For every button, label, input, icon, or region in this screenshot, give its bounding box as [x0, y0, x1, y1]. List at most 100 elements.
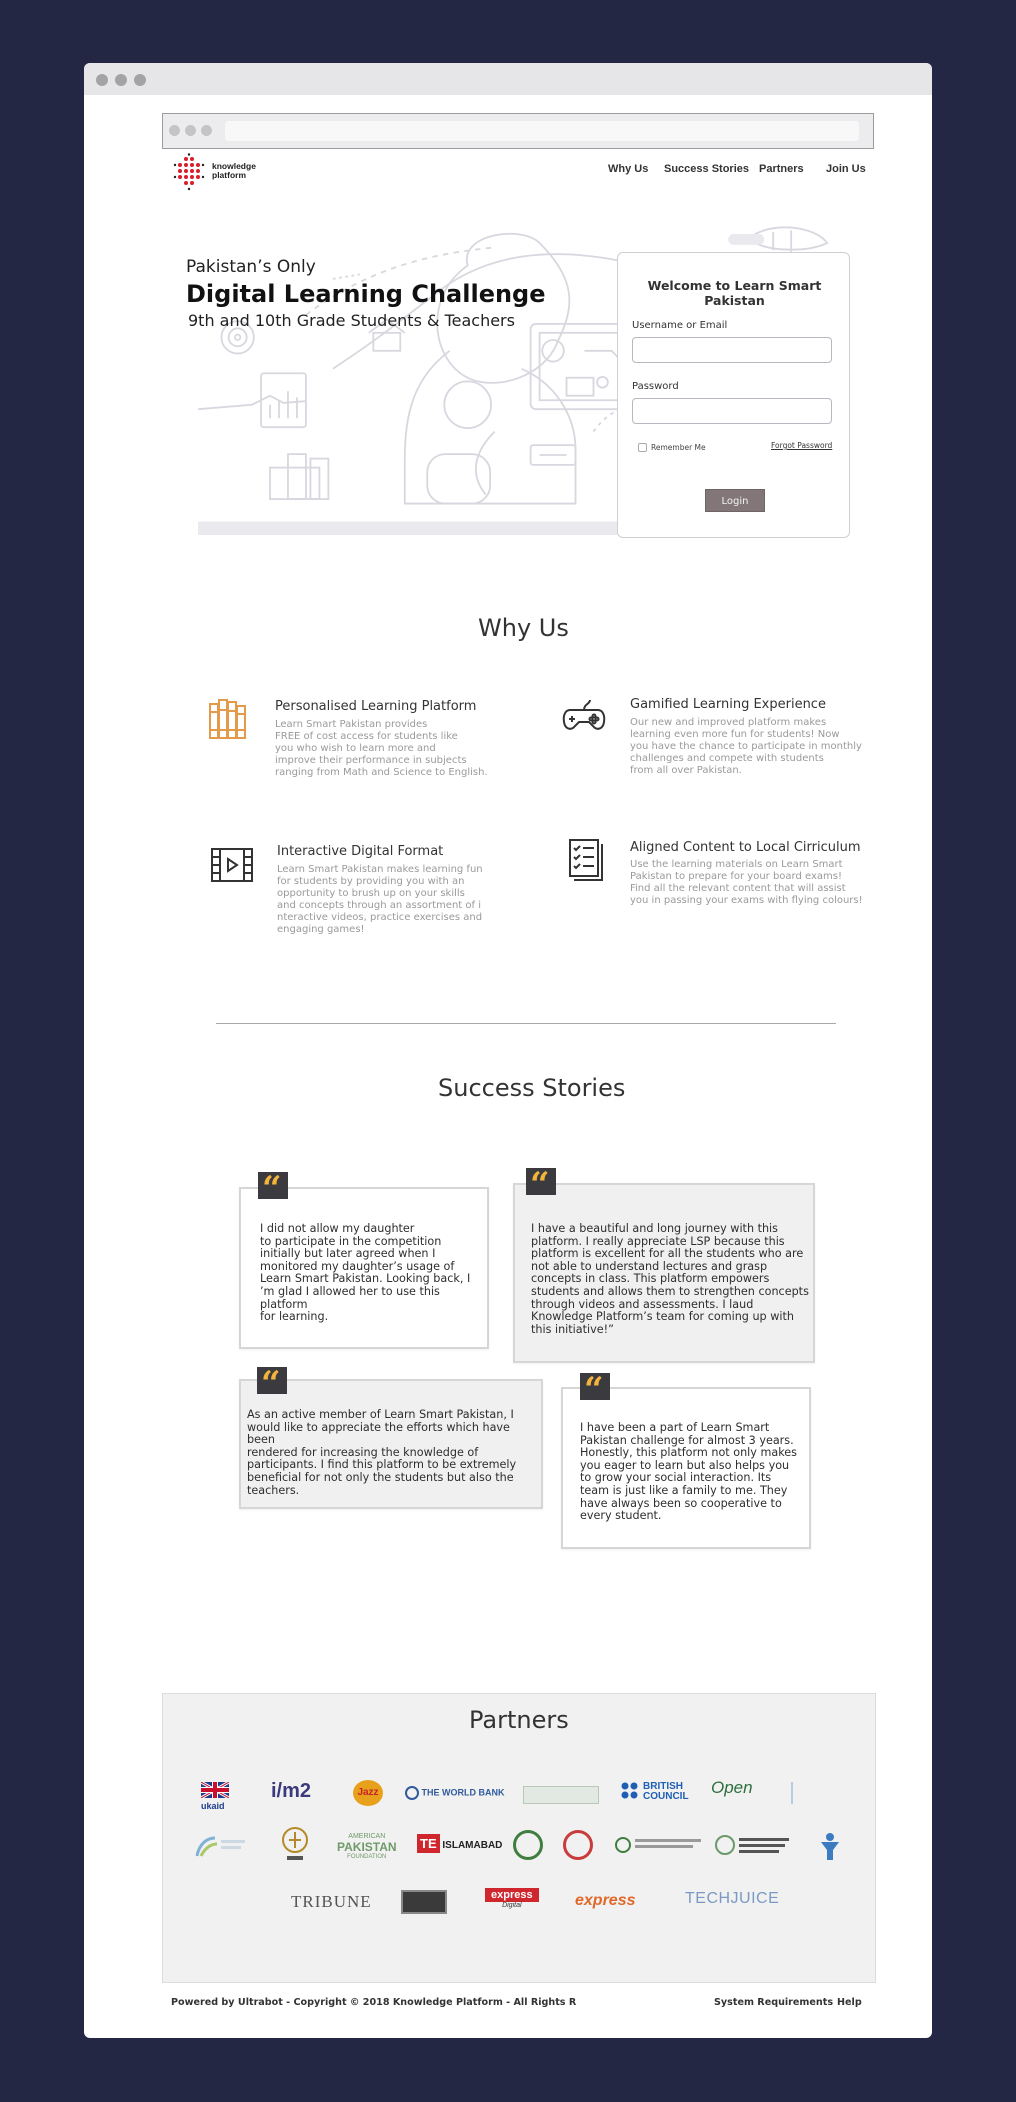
login-title: Welcome to Learn Smart Pakistan — [647, 278, 822, 308]
uk-flag-icon — [200, 1780, 230, 1800]
govt-emblem-banner-2[interactable] — [615, 1836, 705, 1854]
world-bank-text: THE WORLD BANK — [421, 1787, 505, 1798]
feature-desc-interactive: Learn Smart Pakistan makes learning fun … — [277, 864, 483, 936]
te-islamabad-logo[interactable]: TE ISLAMABAD — [417, 1834, 503, 1853]
story-line: initially but later agreed when I — [260, 1247, 436, 1261]
logo-line-2: platform — [212, 170, 246, 180]
express-digital-text: Digital — [502, 1902, 522, 1909]
remember-me-checkbox[interactable] — [638, 443, 647, 452]
ukaid-logo[interactable]: ukaid — [200, 1780, 230, 1811]
story-line: students and allows them to strengthen c… — [531, 1284, 809, 1298]
story-line: I have been a part of Learn Smart — [580, 1421, 770, 1434]
footer-copyright: Powered by Ultrabot - Copyright © 2018 K… — [171, 1997, 577, 2008]
window-dot-3[interactable] — [134, 74, 146, 86]
desc-line: and concepts through an assortment of i — [277, 900, 481, 911]
username-label: Username or Email — [632, 320, 728, 331]
section-divider — [216, 1023, 836, 1024]
nav-join-us[interactable]: Join Us — [826, 163, 866, 175]
story-text-1: I did not allow my daughter to participa… — [260, 1222, 487, 1324]
im2-logo[interactable]: i/m2 — [271, 1780, 311, 1803]
svg-text:“: “ — [261, 1367, 281, 1394]
window-dot-2[interactable] — [115, 74, 127, 86]
partner-foundation-logo[interactable] — [193, 1834, 247, 1860]
british-council-logo[interactable]: BRITISH COUNCIL — [621, 1782, 689, 1802]
window-dot-1[interactable] — [96, 74, 108, 86]
feature-desc-aligned: Use the learning materials on Learn Smar… — [630, 859, 863, 907]
login-card: Welcome to Learn Smart Pakistan Username… — [617, 252, 850, 538]
express-digital-logo[interactable]: express Digital — [485, 1888, 539, 1909]
dark-badge-logo[interactable] — [401, 1890, 447, 1914]
education-dept-logo[interactable] — [715, 1834, 791, 1856]
story-line: this initiative!” — [531, 1322, 614, 1336]
story-card-1: I did not allow my daughter to participa… — [239, 1187, 489, 1349]
story-line: would like to appreciate the efforts whi… — [247, 1420, 510, 1447]
feature-title-personalised: Personalised Learning Platform — [275, 699, 477, 714]
story-line: for learning. — [260, 1310, 329, 1324]
inner-dot-3 — [201, 125, 212, 136]
knowledge-platform-logo[interactable]: knowledge platform — [172, 153, 268, 193]
nav-success-stories[interactable]: Success Stories — [664, 163, 749, 175]
books-icon — [209, 699, 246, 739]
desc-line: you have the chance to participate in mo… — [630, 741, 862, 752]
jazz-logo[interactable]: Jazz — [353, 1780, 383, 1806]
feature-title-aligned: Aligned Content to Local Cirriculum — [630, 840, 861, 855]
american-pakistan-foundation-logo[interactable]: AMERICAN PAKISTAN FOUNDATION — [337, 1832, 397, 1862]
ukaid-text: ukaid — [201, 1801, 225, 1811]
success-stories-title: Success Stories — [438, 1074, 626, 1102]
desc-line: opportunity to brush up on your skills — [277, 888, 465, 899]
svg-text:“: “ — [584, 1373, 604, 1400]
desc-line: ranging from Math and Science to English… — [275, 767, 488, 778]
story-line: I did not allow my daughter — [260, 1222, 415, 1235]
desc-line: you in passing your exams with flying co… — [630, 895, 863, 906]
nav-why-us[interactable]: Why Us — [608, 163, 648, 175]
window-title-bar — [84, 63, 932, 95]
partners-title: Partners — [469, 1706, 569, 1734]
desc-line: Pakistan to prepare for your board exams… — [630, 871, 842, 882]
story-line: every student. — [580, 1509, 662, 1523]
open-logo[interactable]: Open — [711, 1778, 753, 1798]
world-bank-logo[interactable]: THE WORLD BANK — [405, 1786, 505, 1800]
nav-partners[interactable]: Partners — [759, 163, 804, 175]
story-card-4: I have been a part of Learn Smart Pakist… — [561, 1387, 811, 1549]
quote-icon: “ — [526, 1165, 556, 1205]
govt-emblem-banner-1[interactable] — [523, 1786, 599, 1804]
story-line: teachers. — [247, 1483, 300, 1497]
govt-seal-logo[interactable] — [513, 1830, 543, 1860]
video-icon — [211, 848, 253, 882]
desc-line: nteractive videos, practice exercises an… — [277, 912, 483, 923]
desc-line: learning even more fun for students! Now — [630, 729, 840, 740]
feature-desc-gamified: Our new and improved platform makes lear… — [630, 717, 862, 777]
story-line: As an active member of Learn Smart Pakis… — [247, 1408, 514, 1421]
story-line: Honestly, this platform not only makes — [580, 1446, 797, 1460]
emblem-logo-1[interactable] — [281, 1826, 309, 1866]
remember-me-label: Remember Me — [651, 443, 706, 452]
desc-line: improve their performance in subjects — [275, 755, 467, 766]
login-button[interactable]: Login — [705, 489, 765, 512]
feature-title-interactive: Interactive Digital Format — [277, 844, 444, 859]
tribune-logo[interactable]: TRIBUNE — [291, 1892, 372, 1912]
globe-icon — [405, 1786, 419, 1800]
feature-desc-personalised: Learn Smart Pakistan provides FREE of co… — [275, 719, 488, 779]
desc-line: Our new and improved platform makes — [630, 717, 827, 728]
hero-headline: Digital Learning Challenge — [186, 280, 546, 308]
story-card-2: I have a beautiful and long journey with… — [513, 1183, 815, 1363]
partners-section: Partners ukaid i/m2 Jazz THE WORLD BANK … — [162, 1693, 876, 1983]
red-seal-logo[interactable] — [563, 1830, 593, 1860]
techjuice-logo[interactable]: TECHJUICE — [685, 1890, 779, 1908]
story-line: team is just like a family to me. They — [580, 1483, 788, 1497]
desc-line: engaging games! — [277, 924, 365, 935]
express-logo-2[interactable]: express — [575, 1892, 636, 1910]
footer-help-link[interactable]: Help — [837, 1997, 862, 2008]
te-badge: TE — [417, 1834, 440, 1853]
te-islamabad-text: ISLAMABAD — [442, 1840, 503, 1851]
forgot-password-link[interactable]: Forgot Password — [771, 441, 832, 450]
username-input[interactable] — [632, 337, 832, 363]
story-line: I have a beautiful and long journey with… — [531, 1222, 778, 1235]
inner-dot-2 — [185, 125, 196, 136]
footer-system-requirements-link[interactable]: System Requirements — [714, 1997, 833, 2008]
desc-line: Learn Smart Pakistan makes learning fun — [277, 864, 483, 875]
figure-logo[interactable] — [819, 1832, 841, 1862]
address-bar[interactable] — [225, 121, 859, 141]
password-input[interactable] — [632, 398, 832, 424]
partner-logo-light-1[interactable] — [791, 1782, 839, 1804]
